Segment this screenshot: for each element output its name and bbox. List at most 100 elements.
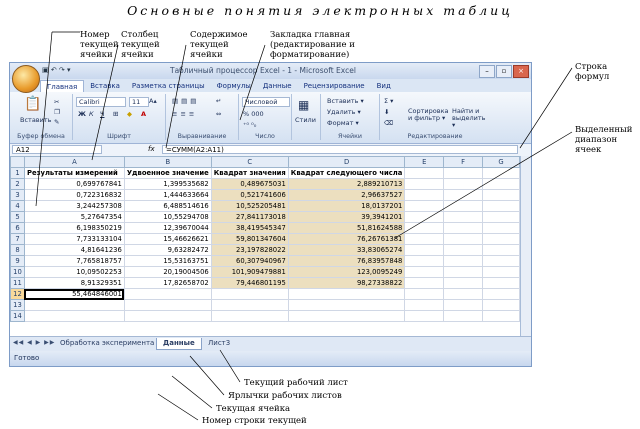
cell[interactable]: 15,53163751 bbox=[123, 255, 212, 267]
row-header[interactable]: 8 bbox=[10, 244, 25, 256]
cell[interactable] bbox=[404, 244, 445, 256]
cell[interactable]: 60,307940967 bbox=[210, 255, 289, 267]
column-header-a[interactable]: A bbox=[23, 156, 125, 168]
vertical-align-icons[interactable]: ▤▤▤ bbox=[172, 97, 199, 105]
cell[interactable] bbox=[404, 277, 445, 289]
cell[interactable] bbox=[443, 178, 483, 190]
cell[interactable]: 51,81624588 bbox=[287, 222, 406, 234]
cell[interactable] bbox=[482, 310, 520, 322]
tab-insert[interactable]: Вставка bbox=[84, 80, 126, 92]
cell[interactable] bbox=[482, 266, 520, 278]
cell[interactable]: 0,722316832 bbox=[23, 189, 125, 201]
cell[interactable]: 3,244257308 bbox=[23, 200, 125, 212]
paste-button[interactable]: Вставить bbox=[20, 116, 51, 124]
cell[interactable] bbox=[482, 178, 520, 190]
row-header[interactable]: 13 bbox=[10, 299, 25, 311]
sheet-nav-arrows-icon[interactable]: ◀◀ ◀ ▶ ▶▶ bbox=[13, 339, 55, 346]
cell[interactable] bbox=[404, 266, 445, 278]
delete-cells-button[interactable]: Удалить ▾ bbox=[327, 108, 361, 116]
cell[interactable]: 2,96637527 bbox=[287, 189, 406, 201]
cell[interactable] bbox=[482, 277, 520, 289]
cell[interactable] bbox=[443, 233, 483, 245]
vertical-scrollbar[interactable] bbox=[520, 156, 531, 336]
maximize-icon[interactable]: ▫ bbox=[496, 65, 512, 78]
column-header-b[interactable]: B bbox=[123, 156, 212, 168]
cell[interactable] bbox=[210, 310, 289, 322]
cell[interactable]: 59,801347604 bbox=[210, 233, 289, 245]
cell[interactable] bbox=[482, 200, 520, 212]
sheet-tab-list3[interactable]: Лист3 bbox=[202, 338, 236, 349]
cell[interactable]: 39,3941201 bbox=[287, 211, 406, 223]
cell[interactable]: 76,83957848 bbox=[287, 255, 406, 267]
column-header-g[interactable]: G bbox=[482, 156, 520, 168]
cell[interactable]: 15,46626621 bbox=[123, 233, 212, 245]
cell[interactable] bbox=[443, 167, 483, 179]
copy-icon[interactable]: ❐ bbox=[54, 108, 60, 116]
wrap-text-icon[interactable]: ↵ bbox=[216, 97, 221, 105]
cell[interactable]: 123,0095249 bbox=[287, 266, 406, 278]
clear-icon[interactable]: ⌫ bbox=[384, 119, 393, 127]
horizontal-align-icons[interactable]: ≡≡≡ bbox=[172, 110, 197, 118]
office-button[interactable] bbox=[12, 65, 40, 93]
cell[interactable]: 12,39670044 bbox=[123, 222, 212, 234]
cell[interactable] bbox=[404, 167, 445, 179]
cell[interactable]: 8,91329351 bbox=[23, 277, 125, 289]
column-header-c[interactable]: C bbox=[210, 156, 289, 168]
cell[interactable]: 2,889210713 bbox=[287, 178, 406, 190]
borders-icon[interactable]: ⊞ bbox=[113, 110, 118, 118]
cell[interactable]: 27,841173018 bbox=[210, 211, 289, 223]
sheet-tab-data[interactable]: Данные bbox=[156, 338, 202, 350]
cell[interactable]: 1,399535682 bbox=[123, 178, 212, 190]
row-header-current[interactable]: 12 bbox=[10, 288, 25, 300]
cell[interactable]: 4,81641236 bbox=[23, 244, 125, 256]
cell[interactable] bbox=[482, 244, 520, 256]
cell[interactable]: 1,444633664 bbox=[123, 189, 212, 201]
cell[interactable]: 20,19004506 bbox=[123, 266, 212, 278]
cell[interactable] bbox=[443, 189, 483, 201]
font-name-select[interactable]: Calibri bbox=[76, 97, 126, 107]
select-all-corner[interactable] bbox=[10, 156, 25, 168]
cell[interactable] bbox=[404, 299, 445, 311]
row-header[interactable]: 6 bbox=[10, 222, 25, 234]
cell[interactable] bbox=[23, 299, 125, 311]
cell[interactable]: 10,55294708 bbox=[123, 211, 212, 223]
cell[interactable]: Удвоенное значение bbox=[123, 167, 212, 179]
cell[interactable]: 38,419545347 bbox=[210, 222, 289, 234]
autosum-button[interactable]: Σ ▾ bbox=[384, 97, 393, 105]
cell[interactable] bbox=[23, 310, 125, 322]
cell[interactable] bbox=[443, 200, 483, 212]
tab-data[interactable]: Данные bbox=[257, 80, 298, 92]
row-header[interactable]: 14 bbox=[10, 310, 25, 322]
cell[interactable] bbox=[482, 211, 520, 223]
column-header-d[interactable]: D bbox=[287, 156, 406, 168]
cell[interactable]: 0,521741606 bbox=[210, 189, 289, 201]
cell[interactable] bbox=[287, 288, 406, 300]
row-header[interactable]: 2 bbox=[10, 178, 25, 190]
sheet-tab-experiment[interactable]: Обработка эксперимента bbox=[54, 338, 160, 349]
cell[interactable] bbox=[482, 189, 520, 201]
cell[interactable] bbox=[482, 222, 520, 234]
cell[interactable]: 17,82658702 bbox=[123, 277, 212, 289]
cell[interactable] bbox=[482, 299, 520, 311]
cell[interactable] bbox=[482, 255, 520, 267]
grow-font-icon[interactable]: A▴ bbox=[149, 97, 157, 105]
font-size-select[interactable]: 11 bbox=[129, 97, 149, 107]
quick-access-toolbar[interactable]: ▣ ↶ ↷ ▾ bbox=[42, 66, 71, 74]
find-select-button[interactable]: Найти и выделить ▾ bbox=[452, 108, 488, 129]
cell[interactable] bbox=[404, 233, 445, 245]
cell[interactable] bbox=[443, 222, 483, 234]
cell[interactable] bbox=[404, 288, 445, 300]
format-painter-icon[interactable]: ✎ bbox=[54, 118, 59, 126]
underline-button[interactable]: Ч bbox=[100, 110, 104, 118]
cell[interactable]: Квадрат следующего числа bbox=[287, 167, 406, 179]
row-header[interactable]: 3 bbox=[10, 189, 25, 201]
cell[interactable] bbox=[482, 167, 520, 179]
row-header[interactable]: 5 bbox=[10, 211, 25, 223]
row-header[interactable]: 1 bbox=[10, 167, 25, 179]
tab-home[interactable]: Главная bbox=[40, 80, 85, 92]
fx-button[interactable]: fx bbox=[148, 145, 155, 153]
cell[interactable]: 10,525205481 bbox=[210, 200, 289, 212]
cell[interactable] bbox=[443, 310, 483, 322]
cell[interactable]: 10,09502253 bbox=[23, 266, 125, 278]
cell[interactable] bbox=[210, 288, 289, 300]
